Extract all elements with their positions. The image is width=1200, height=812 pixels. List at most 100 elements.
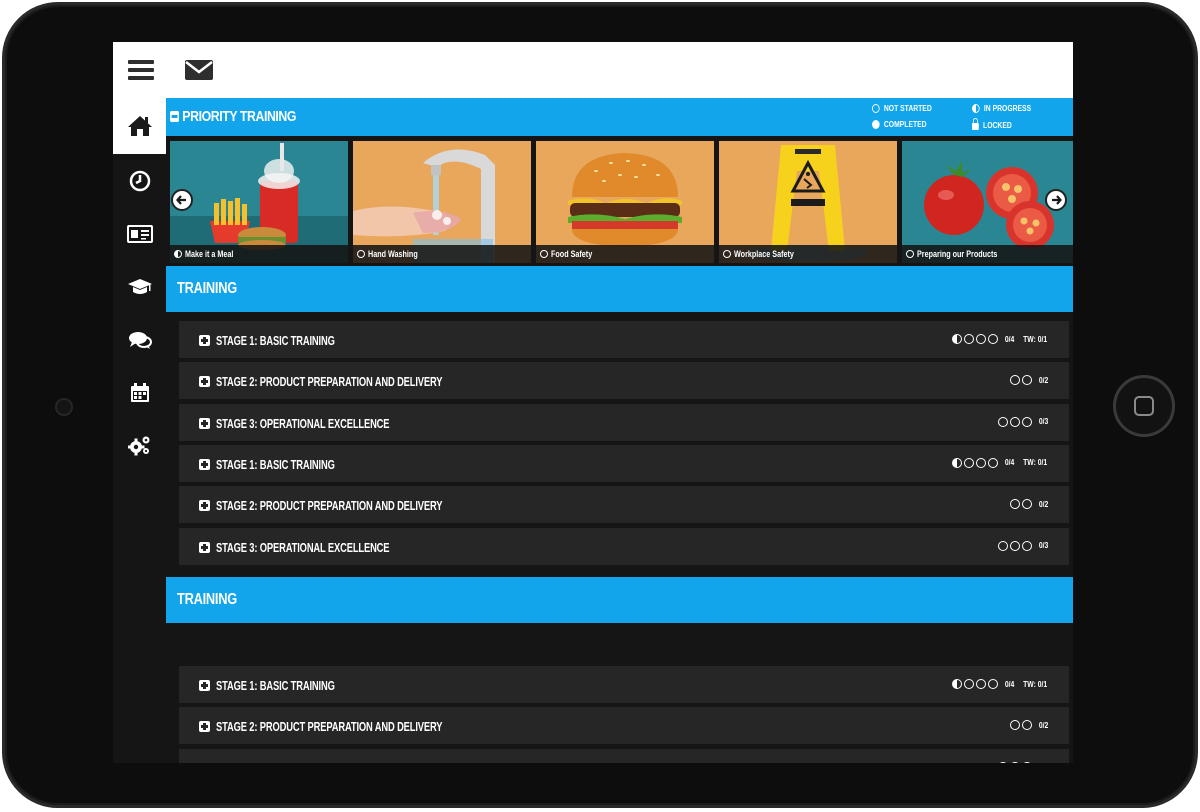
not-started-icon [872,104,880,113]
not-started-icon [1021,499,1032,510]
course-caption: Hand Washing [353,245,531,263]
course-caption: Food Safety [536,245,714,263]
home-button-icon [1134,396,1154,416]
stage-row[interactable]: STAGE 3: OPERATIONAL EXCELLENCE 0/3 [179,527,1069,567]
front-camera [55,398,73,416]
carousel-prev-button[interactable] [171,189,193,211]
not-started-icon [987,457,998,468]
envelope-icon[interactable] [185,56,213,84]
stage-count: 0/4 [1004,458,1014,468]
not-started-icon [723,250,731,258]
not-started-icon [975,334,986,344]
training-section-title: TRAINING [177,280,237,297]
not-started-icon [906,250,914,258]
course-caption: Workplace Safety [719,245,897,263]
training-section-title: TRAINING [177,591,237,608]
stage-progress: 0/2 [1009,720,1049,731]
sidebar-item-history[interactable] [113,154,166,207]
not-started-icon [1009,540,1020,551]
priority-training-toggle[interactable]: PRIORITY TRAINING [170,108,296,125]
stage-progress: 0/2 [1009,375,1049,386]
stage-progress: 0/3 [997,761,1049,763]
arrow-left-icon [176,195,186,205]
stage-title: STAGE 1: BASIC TRAINING [216,678,335,693]
stage-count: 0/2 [1038,720,1049,730]
training-section-header[interactable]: TRAINING [166,577,1073,623]
not-started-icon [1021,761,1032,763]
stage-count: 0/2 [1038,375,1049,385]
expand-icon [199,541,210,553]
legend-locked: LOCKED [972,118,1012,130]
sidebar-item-home[interactable] [113,98,166,154]
graduation-cap-icon [127,278,152,294]
stage-row[interactable]: STAGE 2: PRODUCT PREPARATION AND DELIVER… [179,362,1069,402]
stage-count: 0/4 [1004,679,1014,689]
expand-icon [199,680,210,691]
main-content: PRIORITY TRAINING NOT STARTED IN PROGRES… [166,98,1073,763]
sidebar [113,98,166,763]
priority-training-title: PRIORITY TRAINING [182,108,297,125]
in-progress-icon [951,457,962,468]
training-section-header[interactable]: TRAINING [166,266,1073,312]
not-started-icon [1021,375,1032,386]
stage-row[interactable]: STAGE 3: OPERATIONAL EXCELLENCE 0/3 [179,748,1069,763]
not-started-icon [975,679,986,689]
not-started-icon [540,250,548,258]
course-card-food-safety[interactable]: Food Safety [536,141,714,263]
status-legend: NOT STARTED IN PROGRESS COMPLETED LOCKED [872,102,1072,132]
stage-row[interactable]: STAGE 1: BASIC TRAINING 0/4 TW: 0/1 [179,666,1069,705]
stage-row[interactable]: STAGE 2: PRODUCT PREPARATION AND DELIVER… [179,486,1069,526]
hamburger-menu-icon[interactable] [127,56,155,84]
stage-title: STAGE 2: PRODUCT PREPARATION AND DELIVER… [216,719,443,735]
not-started-icon [975,457,986,468]
course-card-hand-washing[interactable]: Hand Washing [353,141,531,263]
stage-progress: 0/3 [997,540,1049,551]
stage-count: 0/4 [1004,334,1014,344]
not-started-icon [987,334,998,344]
stage-row[interactable]: STAGE 1: BASIC TRAINING 0/4 TW: 0/1 [179,321,1069,360]
sidebar-item-profile[interactable] [113,207,166,260]
stage-row[interactable]: STAGE 1: BASIC TRAINING 0/4 TW: 0/1 [179,444,1069,484]
not-started-icon [963,679,974,689]
not-started-icon [357,250,365,258]
sidebar-item-training[interactable] [113,260,166,313]
not-started-icon [987,679,998,689]
sidebar-item-settings[interactable] [113,419,166,472]
completed-icon [872,120,880,129]
progress-dots [997,761,1032,763]
priority-training-carousel: Make it a Meal Hand Washing Food Safety … [166,141,1073,263]
course-card-make-it-a-meal[interactable]: Make it a Meal [170,141,348,263]
in-progress-icon [951,334,962,344]
gears-icon [127,436,149,455]
sidebar-item-messages[interactable] [113,313,166,366]
not-started-icon [1021,720,1032,731]
carousel-next-button[interactable] [1045,189,1067,211]
not-started-icon [1009,375,1020,386]
stage-progress: 0/3 [997,416,1049,427]
clock-icon [129,170,150,191]
stage-title: STAGE 2: PRODUCT PREPARATION AND DELIVER… [216,498,443,514]
in-progress-icon [972,104,980,113]
progress-dots [951,334,998,344]
progress-dots [997,416,1032,427]
not-started-icon [997,416,1008,427]
progress-dots [1009,375,1032,386]
in-progress-icon [174,250,182,258]
not-started-icon [1021,540,1032,551]
legend-not-started: NOT STARTED [872,104,932,113]
stage-row[interactable]: STAGE 3: OPERATIONAL EXCELLENCE 0/3 [179,403,1069,443]
home-button[interactable] [1113,375,1175,437]
stage-title: STAGE 2: PRODUCT PREPARATION AND DELIVER… [216,374,443,390]
stage-extra-count: TW: 0/1 [1022,679,1047,689]
sidebar-item-calendar[interactable] [113,366,166,419]
top-bar [113,42,1073,98]
legend-in-progress: IN PROGRESS [972,104,1031,113]
stage-row[interactable]: STAGE 2: PRODUCT PREPARATION AND DELIVER… [179,707,1069,747]
course-card-workplace-safety[interactable]: Workplace Safety [719,141,897,263]
stage-title: STAGE 1: BASIC TRAINING [216,333,335,348]
stage-count: 0/3 [1038,417,1049,427]
progress-dots [951,457,998,468]
not-started-icon [1009,720,1020,731]
stage-title: STAGE 1: BASIC TRAINING [216,456,335,472]
stage-progress: 0/4 TW: 0/1 [951,457,1049,468]
